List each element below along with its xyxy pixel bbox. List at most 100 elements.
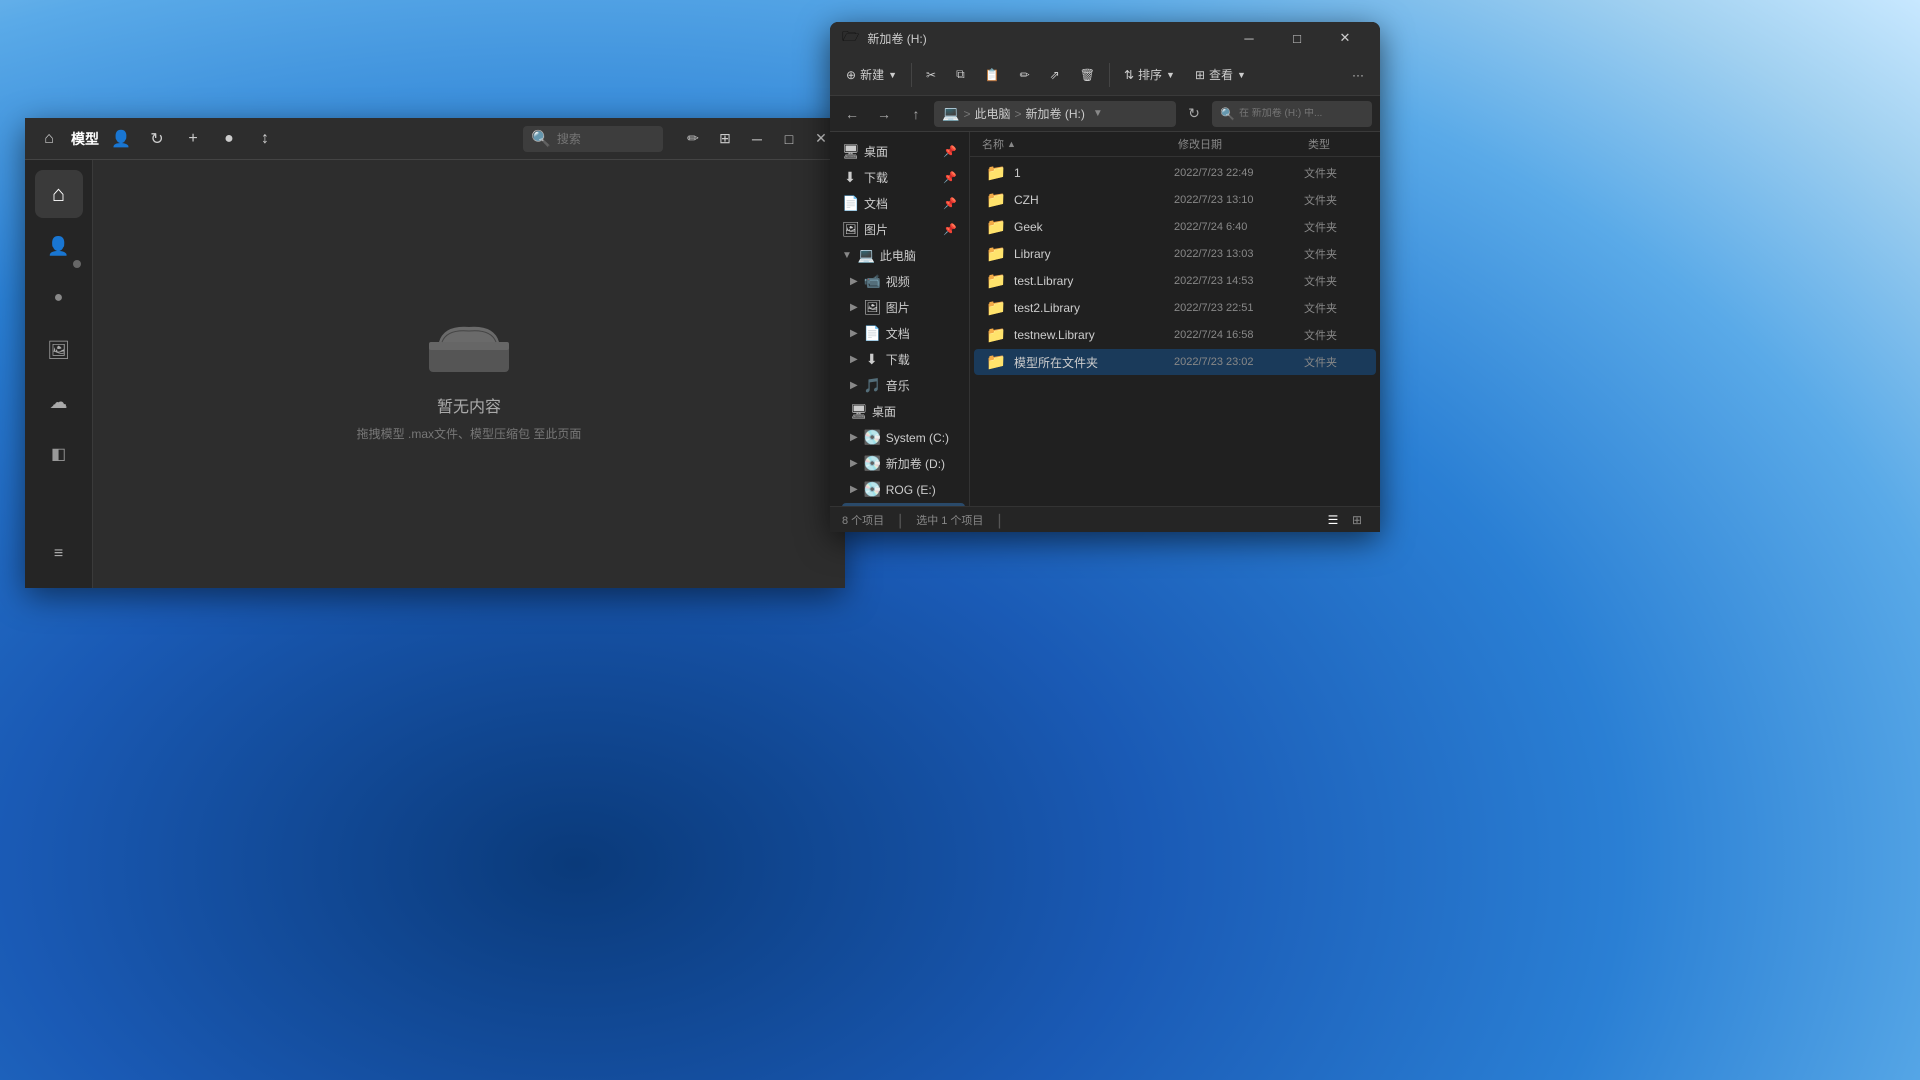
sidebar-menu-button[interactable]: ≡ <box>35 530 83 578</box>
app-body: ⌂ 👤 ● 🖼 ☁ ◧ ≡ 暂无内容 <box>25 160 845 588</box>
cut-button[interactable]: ✂ <box>918 64 944 86</box>
nav-up[interactable]: ↑ <box>902 100 930 128</box>
share-button[interactable]: ⇗ <box>1042 64 1068 86</box>
user-button[interactable]: 👤 <box>107 125 135 153</box>
maximize-button[interactable]: □ <box>775 125 803 153</box>
nav-documents2[interactable]: ▶ 📄 文档 <box>842 321 965 346</box>
sort-button[interactable]: ↕ <box>251 125 279 153</box>
downloads-icon: ⬇ <box>842 169 858 186</box>
app-toolbar: ⌂ 模型 👤 ↻ + ● ↕ 🔍 ✏ ⊞ ─ □ ✕ <box>25 118 845 160</box>
nav-desktop[interactable]: 🖥 桌面 📌 <box>834 139 965 164</box>
pictures2-icon: 🖼 <box>864 299 880 316</box>
file-name: testnew.Library <box>1014 328 1174 342</box>
split-button[interactable]: ⊞ <box>711 125 739 153</box>
new-button[interactable]: ⊕ 新建 ▼ <box>838 62 905 87</box>
home-button[interactable]: ⌂ <box>35 125 63 153</box>
nav-system-c[interactable]: ▶ 💽 System (C:) <box>842 425 965 450</box>
nav-videos-label: 视频 <box>886 273 910 290</box>
sidebar-item-cloud[interactable]: ☁ <box>35 378 83 426</box>
view-label: 查看 <box>1209 66 1233 83</box>
table-row[interactable]: 📁 CZH 2022/7/23 13:10 文件夹 <box>974 187 1376 213</box>
search-box: 🔍 <box>523 126 663 152</box>
file-type: 文件夹 <box>1304 300 1364 316</box>
nav-documents[interactable]: 📄 文档 📌 <box>834 191 965 216</box>
rename-icon: ✏ <box>1020 68 1030 82</box>
copy-button[interactable]: ⧉ <box>948 63 973 86</box>
sort-button[interactable]: ⇅ 排序 ▼ <box>1116 62 1183 87</box>
nav-downloads[interactable]: ⬇ 下载 📌 <box>834 165 965 190</box>
nav-desktop2[interactable]: 🖥 桌面 <box>842 399 965 424</box>
music-expand: ▶ <box>850 380 858 391</box>
refresh-button[interactable]: ↻ <box>143 125 171 153</box>
sidebar-item-home[interactable]: ⌂ <box>35 170 83 218</box>
nav-this-pc-label: 此电脑 <box>880 247 916 264</box>
explorer-maximize[interactable]: □ <box>1274 22 1320 54</box>
nav-videos[interactable]: ▶ 📹 视频 <box>842 269 965 294</box>
search-input[interactable] <box>557 132 655 146</box>
app-sidebar: ⌂ 👤 ● 🖼 ☁ ◧ ≡ <box>25 160 93 588</box>
view-button[interactable]: ⊞ 查看 ▼ <box>1187 62 1254 87</box>
new-chevron: ▼ <box>888 70 897 80</box>
view-tiles-button[interactable]: ⊞ <box>1346 509 1368 531</box>
nav-pictures2[interactable]: ▶ 🖼 图片 <box>842 295 965 320</box>
minimize-button[interactable]: ─ <box>743 125 771 153</box>
nav-volume-d-label: 新加卷 (D:) <box>886 455 945 472</box>
sidebar-item-circle[interactable]: ● <box>35 274 83 322</box>
resize-handle[interactable] <box>829 572 845 588</box>
delete-button[interactable]: 🗑 <box>1072 64 1103 86</box>
table-row[interactable]: 📁 模型所在文件夹 2022/7/23 23:02 文件夹 <box>974 349 1376 375</box>
address-bar[interactable]: 💻 > 此电脑 > 新加卷 (H:) ▼ <box>934 101 1176 127</box>
pictures-icon: 🖼 <box>842 221 858 238</box>
col-header-name[interactable]: 名称 ▲ <box>982 136 1178 152</box>
nav-pictures2-label: 图片 <box>886 299 910 316</box>
nav-back[interactable]: ← <box>838 100 866 128</box>
address-pc: 此电脑 <box>974 105 1010 122</box>
more-button[interactable]: ··· <box>1344 64 1372 86</box>
nav-forward[interactable]: → <box>870 100 898 128</box>
explorer-window: 🗁 新加卷 (H:) ─ □ ✕ ⊕ 新建 ▼ ✂ ⧉ 📋 ✏ ⇗ <box>830 22 1380 532</box>
explorer-search-input[interactable] <box>1239 108 1364 119</box>
nav-this-pc[interactable]: ▼ 💻 此电脑 <box>834 243 965 268</box>
downloads2-expand: ▶ <box>850 354 858 365</box>
volume-d-icon: 💽 <box>864 455 880 472</box>
explorer-window-title: 新加卷 (H:) <box>867 30 1218 47</box>
toolbar-sep-1 <box>911 63 912 87</box>
rename-button[interactable]: ✏ <box>1012 64 1038 86</box>
rog-e-expand: ▶ <box>850 484 858 495</box>
table-row[interactable]: 📁 test2.Library 2022/7/23 22:51 文件夹 <box>974 295 1376 321</box>
nav-pictures[interactable]: 🖼 图片 📌 <box>834 217 965 242</box>
table-row[interactable]: 📁 Geek 2022/7/24 6:40 文件夹 <box>974 214 1376 240</box>
refresh-nav-button[interactable]: ↻ <box>1180 100 1208 128</box>
col-header-type[interactable]: 类型 <box>1308 136 1368 152</box>
desktop-pin: 📌 <box>943 145 957 158</box>
documents2-expand: ▶ <box>850 328 858 339</box>
sidebar-item-user[interactable]: 👤 <box>35 222 83 270</box>
view-icon: ⊞ <box>1195 68 1205 82</box>
nav-downloads2-label: 下载 <box>886 351 910 368</box>
nav-music[interactable]: ▶ 🎵 音乐 <box>842 373 965 398</box>
view-details-button[interactable]: ☰ <box>1322 509 1344 531</box>
nav-downloads2[interactable]: ▶ ⬇ 下载 <box>842 347 965 372</box>
file-list: 📁 1 2022/7/23 22:49 文件夹 📁 CZH 2022/7/23 … <box>970 157 1380 506</box>
paste-button[interactable]: 📋 <box>977 64 1008 86</box>
nav-pictures-label: 图片 <box>864 221 888 238</box>
col-header-date[interactable]: 修改日期 <box>1178 136 1308 152</box>
table-row[interactable]: 📁 test.Library 2022/7/23 14:53 文件夹 <box>974 268 1376 294</box>
explorer-body: 🖥 桌面 📌 ⬇ 下载 📌 📄 文档 📌 🖼 图片 📌 ▼ 💻 <box>830 132 1380 506</box>
table-row[interactable]: 📁 1 2022/7/23 22:49 文件夹 <box>974 160 1376 186</box>
nav-rog-e[interactable]: ▶ 💽 ROG (E:) <box>842 477 965 502</box>
sidebar-item-file[interactable]: ◧ <box>35 430 83 478</box>
sidebar-item-image[interactable]: 🖼 <box>35 326 83 374</box>
table-row[interactable]: 📁 Library 2022/7/23 13:03 文件夹 <box>974 241 1376 267</box>
file-type: 文件夹 <box>1304 273 1364 289</box>
file-type: 文件夹 <box>1304 354 1364 370</box>
explorer-close[interactable]: ✕ <box>1322 22 1368 54</box>
table-row[interactable]: 📁 testnew.Library 2022/7/24 16:58 文件夹 <box>974 322 1376 348</box>
explorer-minimize[interactable]: ─ <box>1226 22 1272 54</box>
file-date: 2022/7/24 6:40 <box>1174 221 1304 233</box>
file-date: 2022/7/23 22:51 <box>1174 302 1304 314</box>
volume-d-expand: ▶ <box>850 458 858 469</box>
add-button[interactable]: + <box>179 125 207 153</box>
edit-button[interactable]: ✏ <box>679 125 707 153</box>
nav-volume-d[interactable]: ▶ 💽 新加卷 (D:) <box>842 451 965 476</box>
